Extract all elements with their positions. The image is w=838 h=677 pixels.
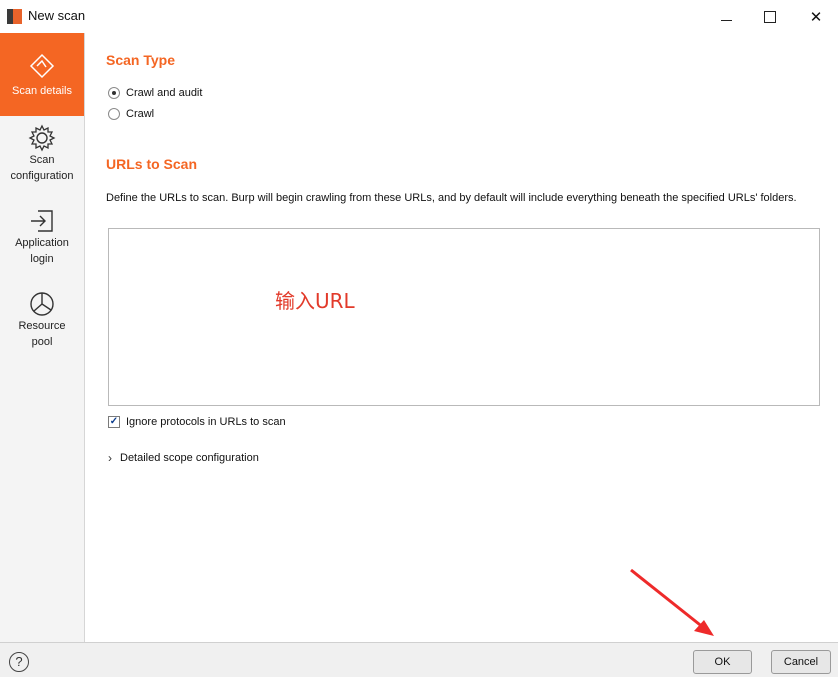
cancel-button[interactable]: Cancel [771, 650, 831, 674]
sidebar-item-scan-configuration[interactable]: Scan configuration [0, 124, 84, 194]
sidebar-item-label: Resource [18, 320, 66, 332]
ok-button[interactable]: OK [693, 650, 752, 674]
radio-label: Crawl and audit [126, 87, 203, 99]
maximize-icon [764, 11, 776, 23]
footer-bar: ? OK Cancel [0, 642, 838, 677]
radio-selected-icon[interactable] [108, 87, 120, 99]
window-title: New scan [28, 8, 86, 23]
login-icon [31, 210, 53, 232]
minimize-icon [720, 19, 732, 21]
sidebar-item-scan-details[interactable]: Scan details [0, 33, 84, 116]
ignore-protocols-checkbox[interactable]: ✓ Ignore protocols in URLs to scan [108, 416, 286, 428]
sidebar-item-label: Scan [29, 154, 55, 166]
input-url-annotation: 输入URL [275, 289, 355, 313]
title-bar: New scan ✕ [0, 0, 838, 33]
maximize-button[interactable] [748, 3, 792, 31]
radio-crawl[interactable]: Crawl [108, 108, 154, 120]
urls-heading: URLs to Scan [106, 156, 198, 172]
burp-logo-icon [7, 9, 22, 24]
urls-description: Define the URLs to scan. Burp will begin… [106, 192, 797, 204]
sidebar-item-label: login [30, 253, 54, 265]
checkbox-checked-icon[interactable]: ✓ [108, 416, 120, 428]
sidebar-item-label: configuration [10, 170, 74, 182]
scan-type-heading: Scan Type [106, 52, 175, 68]
sidebar-item-label: Scan details [12, 85, 72, 97]
sidebar-item-label: Application [15, 237, 69, 249]
help-icon[interactable]: ? [9, 652, 29, 672]
target-icon [29, 53, 55, 79]
scan-details-panel: Scan Type Crawl and audit Crawl URLs to … [85, 33, 838, 642]
radio-unselected-icon[interactable] [108, 108, 120, 120]
sidebar: Scan details Scan configuration Applicat… [0, 33, 85, 642]
close-icon: ✕ [809, 9, 823, 26]
gear-icon [28, 124, 56, 152]
urls-textarea[interactable]: 输入URL [108, 228, 820, 406]
sidebar-item-application-login[interactable]: Application login [0, 207, 84, 277]
close-button[interactable]: ✕ [794, 3, 838, 31]
chevron-right-icon: › [108, 451, 112, 465]
radio-label: Crawl [126, 108, 155, 120]
detailed-scope-expander[interactable]: › Detailed scope configuration [108, 451, 259, 465]
sidebar-item-resource-pool[interactable]: Resource pool [0, 290, 84, 360]
minimize-button[interactable] [704, 3, 748, 31]
checkbox-label: Ignore protocols in URLs to scan [126, 416, 286, 428]
sidebar-item-label: pool [31, 336, 53, 348]
expander-label: Detailed scope configuration [120, 452, 259, 464]
pie-chart-icon [30, 292, 54, 316]
radio-crawl-and-audit[interactable]: Crawl and audit [108, 87, 202, 99]
